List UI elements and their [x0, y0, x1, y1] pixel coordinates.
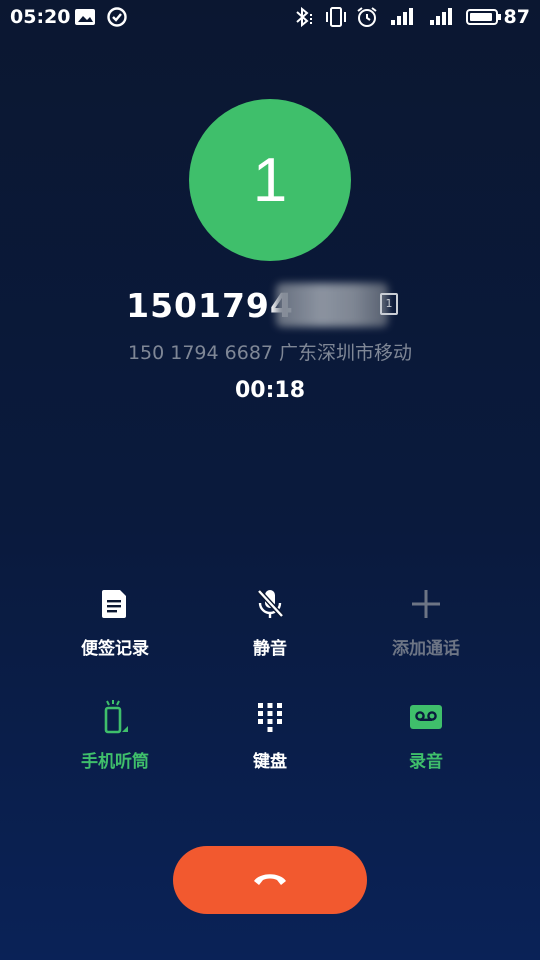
handset-icon	[35, 695, 195, 739]
avatar-text: 1	[252, 145, 288, 215]
keypad-label: 键盘	[253, 752, 287, 772]
signal-icon	[428, 6, 454, 32]
keypad-button[interactable]: 键盘	[190, 695, 350, 772]
keypad-icon	[190, 695, 350, 739]
bluetooth-icon	[292, 6, 316, 32]
vibrate-icon	[324, 6, 348, 32]
plus-icon	[346, 582, 506, 626]
signal-icon	[389, 6, 415, 32]
status-time: 05:20	[10, 6, 71, 28]
battery-level: 87	[503, 6, 530, 28]
alarm-icon	[355, 6, 379, 32]
battery-icon	[466, 6, 502, 32]
phone-hangup-icon	[250, 868, 290, 892]
caller-number: 1501794	[0, 286, 540, 325]
mic-off-icon	[190, 582, 350, 626]
record-label: 录音	[409, 752, 443, 772]
end-call-button[interactable]	[173, 846, 367, 914]
note-button[interactable]: 便签记录	[35, 582, 195, 659]
caller-sub-info: 150 1794 6687 广东深圳市移动	[127, 342, 413, 364]
check-circle-icon	[106, 6, 128, 32]
add-call-label: 添加通话	[392, 639, 460, 659]
caller-number-text: 1501794	[126, 286, 294, 325]
caller-avatar: 1	[189, 99, 351, 261]
record-button[interactable]: 录音	[346, 695, 506, 772]
add-call-button[interactable]: 添加通话	[346, 582, 506, 659]
call-duration: 00:18	[234, 378, 306, 403]
number-blur-mask	[276, 283, 388, 327]
sim-badge: 1	[380, 293, 398, 315]
handset-button[interactable]: 手机听筒	[35, 695, 195, 772]
note-label: 便签记录	[81, 639, 149, 659]
handset-label: 手机听筒	[81, 752, 149, 772]
mute-button[interactable]: 静音	[190, 582, 350, 659]
mute-label: 静音	[253, 639, 287, 659]
status-bar: 05:20 87	[0, 0, 540, 36]
note-icon	[35, 582, 195, 626]
cassette-icon	[346, 695, 506, 739]
image-icon	[74, 6, 96, 32]
